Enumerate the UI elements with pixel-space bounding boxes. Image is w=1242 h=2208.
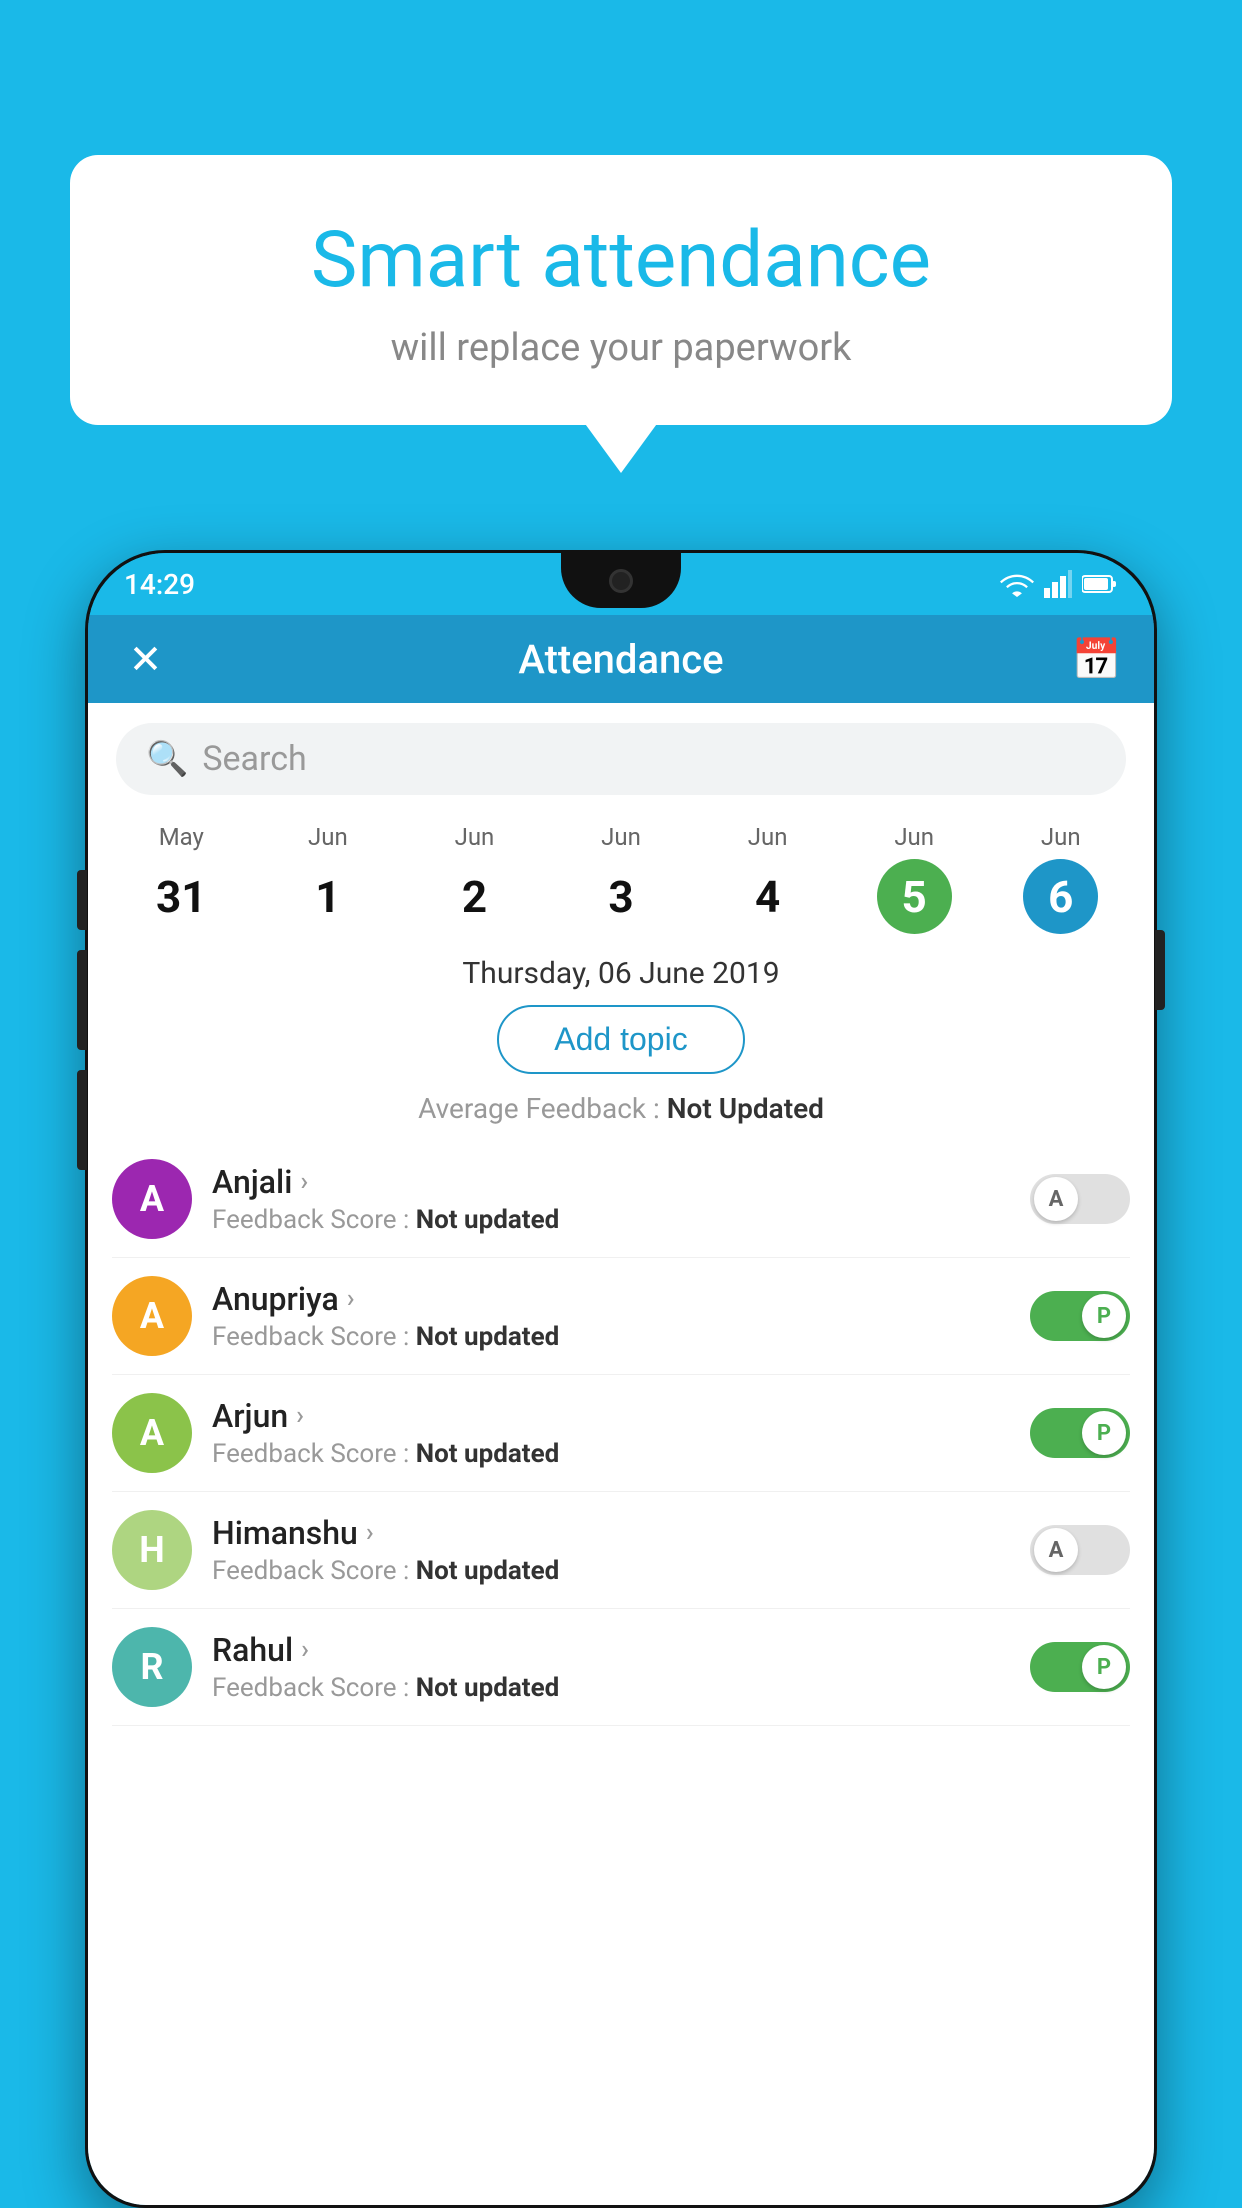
student-item: R Rahul › Feedback Score : Not updated P <box>112 1609 1130 1726</box>
student-info: Himanshu › Feedback Score : Not updated <box>212 1514 1010 1586</box>
date-number: 4 <box>730 859 805 934</box>
date-month: May <box>108 823 255 851</box>
student-name[interactable]: Arjun › <box>212 1397 1010 1435</box>
student-chevron: › <box>300 1167 308 1197</box>
toggle-knob: A <box>1034 1528 1078 1572</box>
search-bar[interactable]: 🔍 Search <box>116 723 1126 795</box>
student-avatar: A <box>112 1393 192 1473</box>
avg-feedback: Average Feedback : Not Updated <box>88 1092 1154 1141</box>
avg-feedback-label: Average Feedback : <box>418 1092 660 1125</box>
date-item-5[interactable]: Jun 5 <box>841 823 988 934</box>
toggle-container: P <box>1030 1642 1130 1692</box>
date-item-4[interactable]: Jun 4 <box>694 823 841 934</box>
student-feedback: Feedback Score : Not updated <box>212 1322 1010 1352</box>
bubble-subtitle: will replace your paperwork <box>120 326 1122 370</box>
date-number: 3 <box>584 859 659 934</box>
student-item: A Anupriya › Feedback Score : Not updated P <box>112 1258 1130 1375</box>
attendance-toggle[interactable]: A <box>1030 1174 1130 1224</box>
student-info: Rahul › Feedback Score : Not updated <box>212 1631 1010 1703</box>
date-month: Jun <box>548 823 695 851</box>
date-number: 5 <box>877 859 952 934</box>
student-list: AAnjali ›Feedback Score : Not updatedAAA… <box>88 1141 1154 1726</box>
attendance-toggle[interactable]: A <box>1030 1525 1130 1575</box>
wifi-icon <box>1000 571 1034 597</box>
date-item-3[interactable]: Jun 3 <box>548 823 695 934</box>
battery-icon <box>1082 574 1118 594</box>
student-chevron: › <box>347 1284 355 1314</box>
student-info: Anjali › Feedback Score : Not updated <box>212 1163 1010 1235</box>
attendance-toggle[interactable]: P <box>1030 1408 1130 1458</box>
date-number: 2 <box>437 859 512 934</box>
search-placeholder: Search <box>202 739 306 779</box>
student-info: Arjun › Feedback Score : Not updated <box>212 1397 1010 1469</box>
speech-bubble-container: Smart attendance will replace your paper… <box>70 155 1172 425</box>
student-name[interactable]: Himanshu › <box>212 1514 1010 1552</box>
date-number: 1 <box>290 859 365 934</box>
power-button <box>1155 930 1165 1010</box>
volume-up-button <box>77 870 87 930</box>
date-item-31[interactable]: May 31 <box>108 823 255 934</box>
student-feedback: Feedback Score : Not updated <box>212 1205 1010 1235</box>
toggle-container: A <box>1030 1525 1130 1575</box>
toggle-container: P <box>1030 1408 1130 1458</box>
student-chevron: › <box>296 1401 304 1431</box>
date-month: Jun <box>401 823 548 851</box>
speech-bubble: Smart attendance will replace your paper… <box>70 155 1172 425</box>
date-item-6[interactable]: Jun 6 <box>987 823 1134 934</box>
date-number: 6 <box>1023 859 1098 934</box>
student-name[interactable]: Anupriya › <box>212 1280 1010 1318</box>
avg-feedback-value: Not Updated <box>667 1092 824 1125</box>
student-info: Anupriya › Feedback Score : Not updated <box>212 1280 1010 1352</box>
student-name[interactable]: Anjali › <box>212 1163 1010 1201</box>
student-chevron: › <box>301 1635 309 1665</box>
search-icon: 🔍 <box>146 739 188 779</box>
content-area: 🔍 Search May 31 Jun 1 Jun 2 Jun 3 Jun 4 Jun 5 Jun 6 T… <box>88 703 1154 2205</box>
phone-screen: 14:29 ✕ Attendan <box>88 553 1154 2205</box>
student-avatar: A <box>112 1159 192 1239</box>
close-button[interactable]: ✕ <box>118 636 173 683</box>
toggle-knob: P <box>1082 1294 1126 1338</box>
selected-date-label: Thursday, 06 June 2019 <box>88 934 1154 1005</box>
toggle-knob: A <box>1034 1177 1078 1221</box>
date-month: Jun <box>987 823 1134 851</box>
student-item: A Arjun › Feedback Score : Not updated P <box>112 1375 1130 1492</box>
date-month: Jun <box>841 823 988 851</box>
student-feedback: Feedback Score : Not updated <box>212 1673 1010 1703</box>
status-icons <box>1000 570 1118 598</box>
student-item: H Himanshu › Feedback Score : Not updated A <box>112 1492 1130 1609</box>
phone-notch <box>561 553 681 608</box>
attendance-toggle[interactable]: P <box>1030 1291 1130 1341</box>
student-avatar: A <box>112 1276 192 1356</box>
toggle-knob: P <box>1082 1411 1126 1455</box>
add-topic-button[interactable]: Add topic <box>497 1005 744 1074</box>
app-bar: ✕ Attendance 📅 <box>88 615 1154 703</box>
calendar-button[interactable]: 📅 <box>1069 636 1124 683</box>
date-month: Jun <box>255 823 402 851</box>
volume-down-button <box>77 950 87 1050</box>
date-item-2[interactable]: Jun 2 <box>401 823 548 934</box>
student-avatar: H <box>112 1510 192 1590</box>
toggle-knob: P <box>1082 1645 1126 1689</box>
status-time: 14:29 <box>124 568 195 601</box>
date-month: Jun <box>694 823 841 851</box>
student-feedback: Feedback Score : Not updated <box>212 1439 1010 1469</box>
camera-button <box>77 1070 87 1170</box>
search-bar-container: 🔍 Search <box>88 703 1154 805</box>
toggle-container: A <box>1030 1174 1130 1224</box>
phone-frame: 14:29 ✕ Attendan <box>85 550 1157 2208</box>
date-item-1[interactable]: Jun 1 <box>255 823 402 934</box>
student-name[interactable]: Rahul › <box>212 1631 1010 1669</box>
toggle-container: P <box>1030 1291 1130 1341</box>
bubble-title: Smart attendance <box>120 215 1122 306</box>
front-camera <box>609 569 633 593</box>
signal-icon <box>1044 570 1072 598</box>
student-chevron: › <box>366 1518 374 1548</box>
date-picker-row: May 31 Jun 1 Jun 2 Jun 3 Jun 4 Jun 5 Jun 6 <box>88 805 1154 934</box>
student-item: A Anjali › Feedback Score : Not updated A <box>112 1141 1130 1258</box>
date-number: 31 <box>144 859 219 934</box>
student-feedback: Feedback Score : Not updated <box>212 1556 1010 1586</box>
attendance-toggle[interactable]: P <box>1030 1642 1130 1692</box>
student-avatar: R <box>112 1627 192 1707</box>
app-title: Attendance <box>173 636 1069 683</box>
